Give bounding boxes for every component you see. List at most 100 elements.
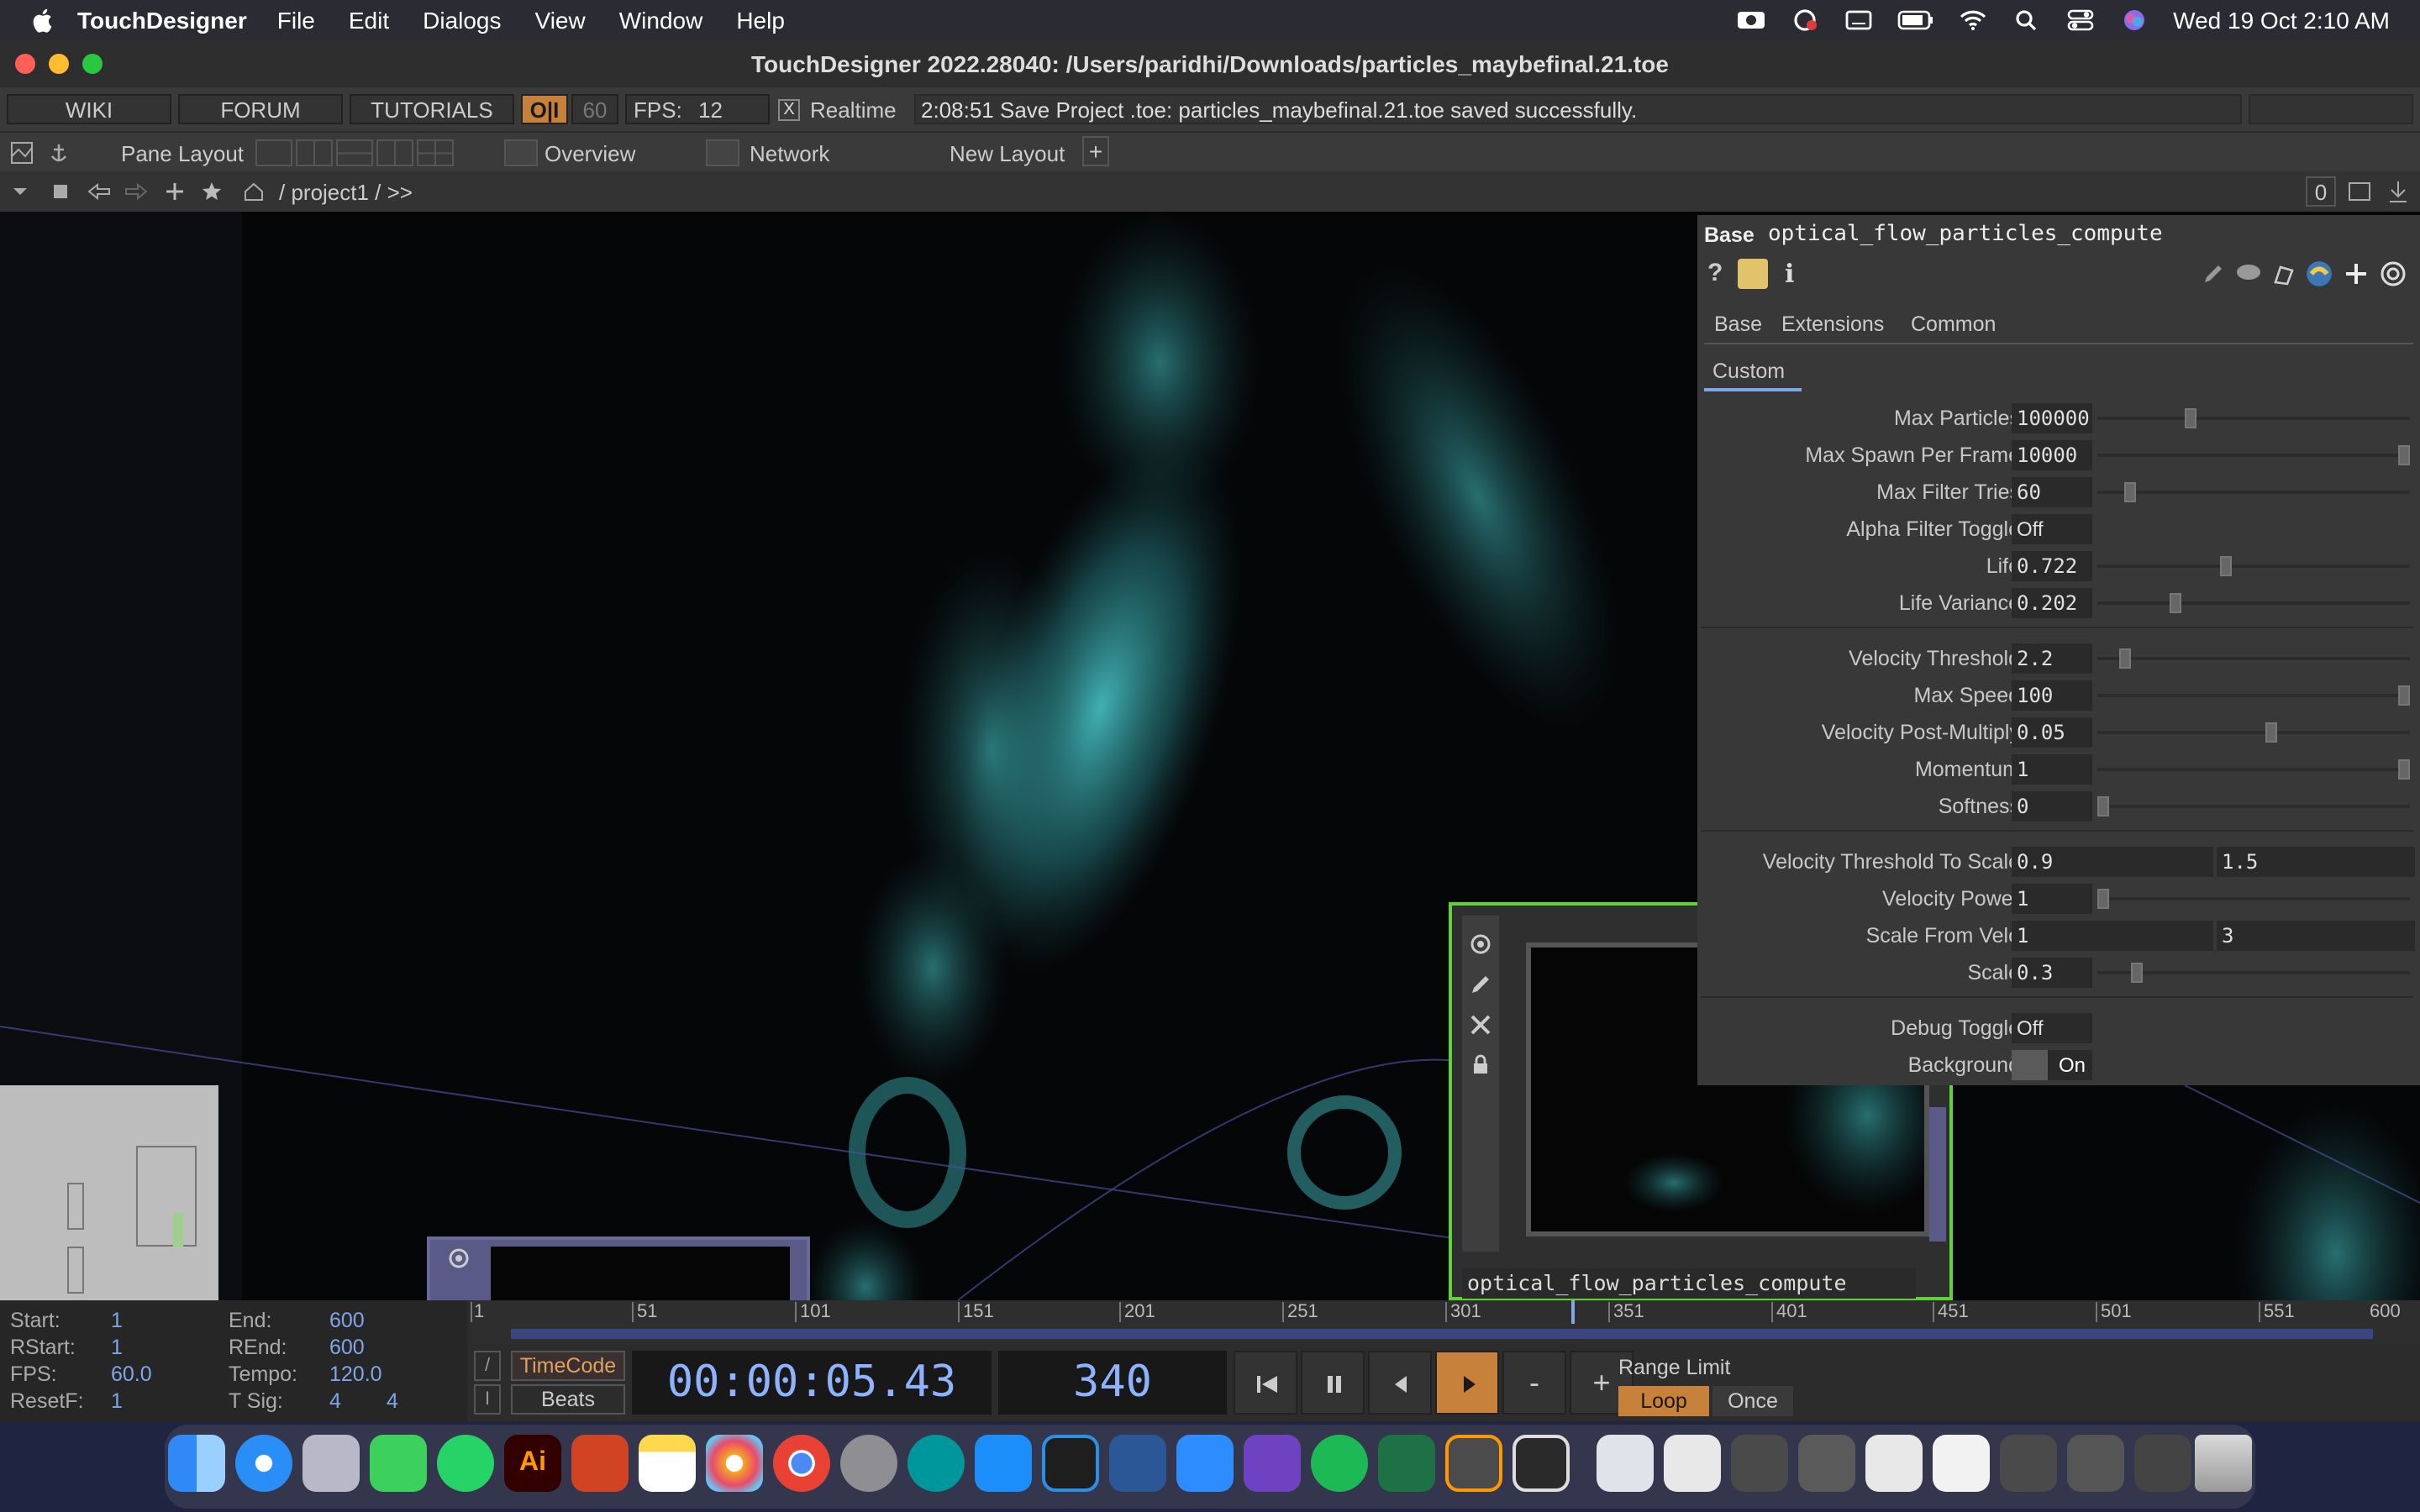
screen-share-icon[interactable] xyxy=(1790,8,1820,32)
node-scroll[interactable] xyxy=(1929,1107,1946,1242)
param-scale-from-velo[interactable]: Scale From Velo 1 3 xyxy=(1697,919,2420,953)
bypass-icon[interactable] xyxy=(1469,1013,1492,1037)
param-slider-track[interactable] xyxy=(2097,454,2410,457)
forum-button[interactable]: FORUM xyxy=(178,94,343,124)
status-extra-field[interactable] xyxy=(2249,94,2413,124)
param-toggle[interactable]: On xyxy=(2012,1050,2092,1080)
perform-mode-button[interactable]: O|I xyxy=(521,94,568,124)
wifi-icon[interactable] xyxy=(1958,8,1988,32)
timecode-display[interactable]: 00:00:05.43 xyxy=(632,1351,992,1415)
param-toggle[interactable]: Off xyxy=(2012,1013,2092,1043)
add-layout-button[interactable]: + xyxy=(1082,136,1109,166)
plus-icon[interactable] xyxy=(165,181,185,202)
recent-window-thumbnail[interactable] xyxy=(1664,1435,1721,1492)
param-value[interactable]: 60 xyxy=(2012,477,2092,507)
recent-window-thumbnail[interactable] xyxy=(2067,1435,2124,1492)
battery-icon[interactable] xyxy=(1897,8,1934,32)
param-slider-track[interactable] xyxy=(2097,971,2410,974)
param-value[interactable]: 2.2 xyxy=(2012,643,2092,674)
param-value[interactable]: 10000 xyxy=(2012,440,2092,470)
minimize-window-button[interactable] xyxy=(49,54,69,74)
beats-mode-button[interactable]: Beats xyxy=(511,1384,625,1415)
param-value[interactable]: 100000 xyxy=(2012,403,2092,433)
menu-dialogs[interactable]: Dialogs xyxy=(423,7,501,34)
op-name[interactable]: optical_flow_particles_compute xyxy=(1768,222,2163,247)
menu-file[interactable]: File xyxy=(277,7,315,34)
timecode-mode-button[interactable]: TimeCode xyxy=(511,1351,625,1381)
param-toggle[interactable]: Off xyxy=(2012,514,2092,544)
tutorials-button[interactable]: TUTORIALS xyxy=(350,94,514,124)
rewind-button[interactable] xyxy=(1234,1351,1297,1415)
param-value[interactable]: 100 xyxy=(2012,680,2092,711)
param-slider-knob[interactable] xyxy=(2184,408,2196,428)
apple-icon[interactable] xyxy=(30,7,57,34)
param-slider-track[interactable] xyxy=(2097,694,2410,697)
node-name[interactable]: optical_flow_particles_compute xyxy=(1462,1268,1916,1299)
close-window-button[interactable] xyxy=(15,54,35,74)
param-value-1[interactable]: 0.9 xyxy=(2012,847,2213,877)
pane-split-icon[interactable] xyxy=(10,141,34,165)
param-slider-knob[interactable] xyxy=(2220,556,2233,576)
messages-icon[interactable] xyxy=(370,1435,427,1492)
param-slider-track[interactable] xyxy=(2097,768,2410,771)
overview-swatch[interactable] xyxy=(504,139,538,166)
param-slider-track[interactable] xyxy=(2097,657,2410,660)
layout-vsplit-button[interactable] xyxy=(296,139,333,166)
mini-graph-widget[interactable] xyxy=(0,1085,218,1300)
layout-four-button[interactable] xyxy=(417,139,454,166)
network-tab[interactable]: Network xyxy=(750,141,901,166)
home-icon[interactable] xyxy=(242,181,266,202)
param-slider-track[interactable] xyxy=(2097,491,2410,494)
finder-icon[interactable] xyxy=(168,1435,225,1492)
siri-icon[interactable] xyxy=(2119,8,2149,32)
menu-window[interactable]: Window xyxy=(619,7,703,34)
param-slider-track[interactable] xyxy=(2097,601,2410,605)
layout-three-button[interactable] xyxy=(376,139,413,166)
param-slider-knob[interactable] xyxy=(2130,963,2143,983)
python-icon[interactable] xyxy=(2306,260,2333,287)
pencil-icon[interactable] xyxy=(2202,262,2225,286)
control-center-icon[interactable] xyxy=(2065,8,2096,32)
clone-icon[interactable] xyxy=(2272,262,2296,286)
param-slider-knob[interactable] xyxy=(2398,685,2410,706)
page-custom[interactable]: Custom xyxy=(1712,360,1785,383)
photos-icon[interactable] xyxy=(706,1435,763,1492)
param-value-2[interactable]: 3 xyxy=(2217,921,2415,951)
param-value[interactable]: 0.05 xyxy=(2012,717,2092,748)
layout-hsplit-button[interactable] xyxy=(336,139,373,166)
param-value[interactable]: 1 xyxy=(2012,884,2092,914)
stop-icon[interactable] xyxy=(50,181,71,202)
info-icon[interactable]: i xyxy=(1785,259,1794,289)
star-icon[interactable] xyxy=(202,181,222,202)
tab-common[interactable]: Common xyxy=(1911,312,1996,336)
sublime-icon[interactable] xyxy=(1445,1435,1502,1492)
safari-icon[interactable] xyxy=(235,1435,292,1492)
viewer-active-icon[interactable] xyxy=(1469,932,1492,956)
tsig-denominator[interactable]: 4 xyxy=(387,1389,398,1413)
github-desktop-icon[interactable] xyxy=(1244,1435,1301,1492)
param-velocity-threshold[interactable]: Velocity Threshold 2.2 xyxy=(1697,642,2420,675)
network-node[interactable] xyxy=(427,1236,810,1300)
illustrator-icon[interactable]: Ai xyxy=(504,1435,561,1492)
param-slider-knob[interactable] xyxy=(2118,648,2131,669)
once-button[interactable]: Once xyxy=(1712,1386,1793,1416)
whatsapp-icon[interactable] xyxy=(437,1435,494,1492)
recent-window-thumbnail[interactable] xyxy=(1865,1435,1923,1492)
rstart-value[interactable]: 1 xyxy=(111,1336,123,1359)
arduino-icon[interactable] xyxy=(908,1435,965,1492)
param-value-1[interactable]: 1 xyxy=(2012,921,2213,951)
app-store-icon[interactable] xyxy=(975,1435,1032,1492)
notes-icon[interactable] xyxy=(639,1435,696,1492)
fps-value[interactable]: 60.0 xyxy=(111,1362,152,1386)
touchdesigner-icon[interactable] xyxy=(1512,1435,1570,1492)
app-menu[interactable]: TouchDesigner xyxy=(77,7,247,34)
lock-icon[interactable] xyxy=(1469,1053,1492,1077)
powerpoint-icon[interactable] xyxy=(571,1435,629,1492)
param-slider-knob[interactable] xyxy=(2265,722,2278,743)
end-value[interactable]: 600 xyxy=(329,1309,365,1332)
chevron-down-icon[interactable] xyxy=(10,181,30,202)
param-max-spawn-per-frame[interactable]: Max Spawn Per Frame 10000 xyxy=(1697,438,2420,472)
param-velocity-threshold-to-scale[interactable]: Velocity Threshold To Scale 0.9 1.5 xyxy=(1697,845,2420,879)
viewer-active-icon[interactable] xyxy=(447,1247,471,1270)
timeline-ruler[interactable]: 1 51 101 151 201 251 301 351 401 451 501… xyxy=(471,1300,2420,1344)
